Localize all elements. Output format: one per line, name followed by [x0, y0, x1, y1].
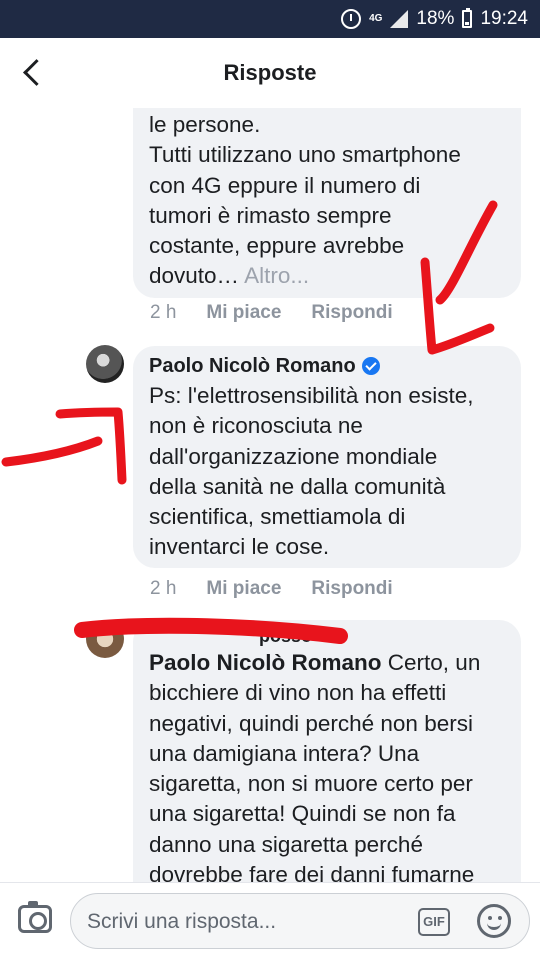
comment-line: scientifica, smettiamola di	[149, 504, 406, 530]
verified-badge-icon	[361, 357, 380, 375]
comment-line: dall'organizzazione mondiale	[149, 443, 438, 469]
clock: 19:24	[480, 8, 528, 29]
comment-actions: 2 h Mi piace Rispondi	[150, 302, 393, 324]
comment-time: 2 h	[150, 578, 177, 599]
comment-line: Tutti utilizzano uno smartphone	[149, 142, 461, 168]
reply-placeholder: Scrivi una risposta...	[87, 910, 277, 933]
signal-icon	[390, 10, 409, 28]
comment-bubble: posso Paolo Nicolò Romano Certo, un bicc…	[133, 620, 521, 882]
red-arrow-stroke	[1, 436, 103, 467]
comment-time: 2 h	[150, 302, 177, 323]
comment-line: con 4G eppure il numero di	[149, 172, 421, 198]
header: Risposte	[0, 38, 540, 108]
comment-actions: 2 h Mi piace Rispondi	[150, 578, 393, 600]
like-button[interactable]: Mi piace	[206, 302, 281, 324]
comment-line: danno una sigaretta perché	[149, 831, 423, 857]
status-icons: 4G 18% 19:24	[341, 0, 528, 38]
reply-input-bar: Scrivi una risposta... GIF	[0, 882, 540, 960]
avatar[interactable]	[86, 620, 124, 658]
comment-line: dovrebbe fare dei danni fumarne	[149, 862, 475, 882]
comment-line-first: Paolo Nicolò Romano Certo, un	[149, 648, 505, 678]
more-link[interactable]: Altro...	[244, 263, 309, 288]
comment-line: bicchiere di vino non ha effetti	[149, 680, 447, 706]
gif-button[interactable]: GIF	[418, 908, 450, 936]
comment-line: inventarci le cose.	[149, 534, 330, 560]
comment-line: costante, eppure avrebbe	[149, 233, 405, 259]
comment-author[interactable]: Paolo Nicolò Romano	[149, 351, 356, 381]
comment-author[interactable]: posso	[259, 624, 312, 648]
comment-line: non è riconosciuta ne	[149, 413, 363, 439]
emoji-icon[interactable]	[477, 904, 511, 938]
comment-author-row: Paolo Nicolò Romano	[149, 351, 505, 381]
comment-line: della sanità ne dalla comunità	[149, 473, 446, 499]
comment-line: una damigiana intera? Una	[149, 740, 420, 766]
comment-line: tumori è rimasto sempre	[149, 202, 392, 228]
status-bar: 4G 18% 19:24	[0, 0, 540, 38]
reply-button[interactable]: Rispondi	[311, 578, 392, 600]
page-title: Risposte	[223, 60, 317, 85]
comment-line: Ps: l'elettrosensibilità non esiste,	[149, 383, 474, 408]
comment-line: negativi, quindi perché non bersi	[149, 710, 473, 736]
red-arrowhead-left	[55, 407, 127, 485]
like-button[interactable]: Mi piace	[206, 578, 281, 600]
comment-author-row: posso	[149, 624, 505, 648]
comment-bubble: le persone. Tutti utilizzano uno smartph…	[133, 108, 521, 298]
comment-line: le persone.	[149, 112, 261, 137]
comment-bubble: Paolo Nicolò Romano Ps: l'elettrosensibi…	[133, 346, 521, 568]
avatar[interactable]	[86, 345, 124, 383]
comment-line: una sigaretta! Quindi se non fa	[149, 801, 456, 827]
mention[interactable]: Paolo Nicolò Romano	[149, 650, 382, 675]
battery-icon	[462, 8, 473, 28]
comment-line-last: dovuto… Altro...	[149, 261, 505, 291]
reply-input[interactable]: Scrivi una risposta... GIF	[70, 893, 530, 949]
comment-text: Certo, un	[387, 650, 481, 675]
reply-button[interactable]: Rispondi	[311, 302, 392, 324]
comment-line: sigaretta, non si muore certo per	[149, 771, 473, 797]
camera-icon[interactable]	[18, 901, 52, 933]
alarm-icon	[341, 9, 362, 29]
battery-percent: 18%	[416, 8, 455, 29]
network-type: 4G	[369, 13, 383, 24]
comment-text: dovuto…	[149, 263, 240, 289]
